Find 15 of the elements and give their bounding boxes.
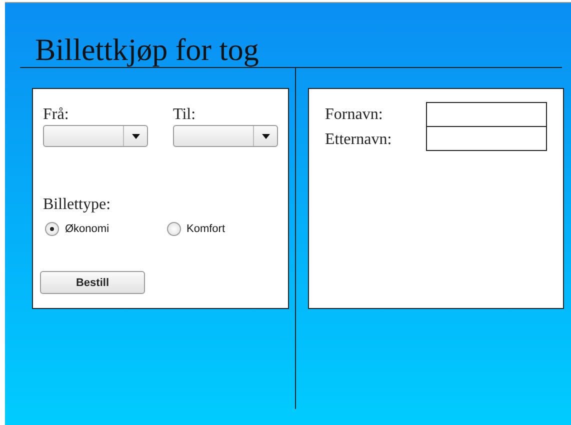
page-title: Billettkjøp for tog	[35, 33, 259, 67]
input-field[interactable]	[426, 102, 547, 127]
field-label: Frå:	[43, 105, 70, 124]
radio-option[interactable]: Økonomi	[45, 222, 166, 236]
section-label: Billettype:	[43, 196, 111, 213]
dropdown[interactable]	[173, 125, 278, 147]
radio-option[interactable]: Komfort	[166, 222, 288, 236]
field-label: Til:	[173, 105, 197, 124]
field-label: Fornavn:	[325, 105, 384, 124]
dropdown[interactable]	[43, 125, 148, 147]
order-button[interactable]: Bestill	[40, 271, 145, 294]
caret-icon	[262, 134, 270, 138]
field-label: Etternavn:	[325, 130, 393, 148]
caret-icon	[132, 134, 140, 138]
input-field[interactable]	[426, 126, 547, 151]
